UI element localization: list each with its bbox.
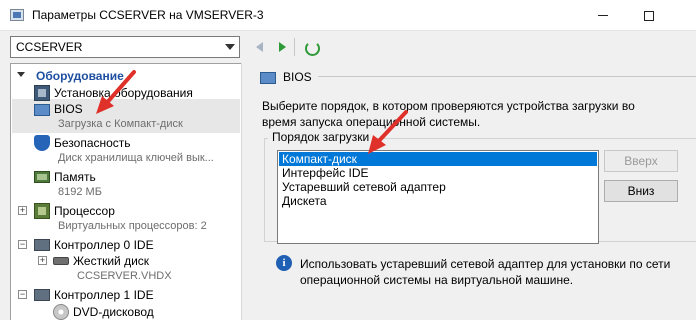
tree-item-bios-detail: Загрузка с Компакт-диск <box>11 117 239 133</box>
controller-icon <box>34 239 50 251</box>
tree-item-processor[interactable]: + Процессор <box>11 203 239 219</box>
tree-item-label: Процессор <box>54 204 115 218</box>
shield-icon <box>34 135 50 151</box>
dvd-icon <box>53 304 69 320</box>
memory-icon <box>34 171 50 183</box>
settings-tree: Оборудование Установка оборудования BIOS… <box>10 63 242 320</box>
maximize-icon <box>644 10 654 21</box>
tree-scrollbar[interactable] <box>241 63 242 320</box>
tree-item-memory-detail: 8192 МБ <box>11 185 239 201</box>
collapse-icon[interactable]: − <box>18 290 27 299</box>
expand-icon[interactable]: + <box>38 256 47 265</box>
header-divider <box>318 76 696 77</box>
minimize-button[interactable] <box>580 0 626 31</box>
tree-item-label: Жесткий диск <box>73 254 150 268</box>
tree-item-label: Безопасность <box>54 136 131 150</box>
tree-item-memory[interactable]: Память <box>11 169 239 185</box>
forward-button[interactable] <box>273 38 291 56</box>
boot-order-group-title: Порядок загрузки <box>268 130 374 144</box>
controller-icon <box>34 289 50 301</box>
boot-order-item[interactable]: Устаревший сетевой адаптер <box>279 180 597 194</box>
tree-section-hardware[interactable]: Оборудование <box>12 65 240 85</box>
tree-item-ide-controller-1[interactable]: − Контроллер 1 IDE <box>11 287 239 303</box>
vm-select-value: CCSERVER <box>16 40 83 54</box>
settings-window-icon <box>10 9 24 21</box>
tree-item-label: Память <box>54 170 96 184</box>
boot-order-item[interactable]: Дискета <box>279 194 597 208</box>
add-hardware-icon <box>34 85 50 101</box>
move-up-button[interactable]: Вверх <box>604 150 678 172</box>
tree-item-sublabel: Диск хранилища ключей вык... <box>58 152 214 164</box>
tree-item-label: Контроллер 1 IDE <box>54 288 154 302</box>
tree-item-hard-disk-detail: CCSERVER.VHDX <box>11 269 239 285</box>
info-icon: i <box>276 255 292 271</box>
bios-icon <box>260 72 276 84</box>
info-text: Использовать устаревший сетевой адаптер … <box>300 257 671 287</box>
boot-order-list[interactable]: Компакт-диск Интерфейс IDE Устаревший се… <box>277 150 599 244</box>
bios-description: Выберите порядок, в котором проверяются … <box>262 99 635 129</box>
tree-item-add-hardware[interactable]: Установка оборудования <box>11 85 239 101</box>
tree-item-label: Установка оборудования <box>54 86 193 100</box>
processor-icon <box>34 203 50 219</box>
move-down-button[interactable]: Вниз <box>604 180 678 202</box>
boot-order-item[interactable]: Компакт-диск <box>279 152 597 166</box>
bios-header-label: BIOS <box>283 70 312 84</box>
hard-disk-icon <box>53 257 69 265</box>
minimize-icon <box>598 15 608 16</box>
tree-item-label: Контроллер 0 IDE <box>54 238 154 252</box>
chevron-down-icon <box>225 44 235 50</box>
back-button[interactable] <box>252 38 270 56</box>
tree-item-security-detail: Диск хранилища ключей вык... <box>11 151 239 167</box>
collapse-icon[interactable]: − <box>18 240 27 249</box>
tree-item-security[interactable]: Безопасность <box>11 135 239 151</box>
collapse-icon <box>17 72 25 77</box>
tree-item-sublabel: Загрузка с Компакт-диск <box>58 118 183 130</box>
title-bar: Параметры CCSERVER на VMSERVER-3 <box>0 0 696 31</box>
tree-item-sublabel: CCSERVER.VHDX <box>77 270 172 282</box>
window-title: Параметры CCSERVER на VMSERVER-3 <box>32 8 264 22</box>
expand-icon[interactable]: + <box>18 206 27 215</box>
refresh-button[interactable] <box>302 38 320 56</box>
maximize-button[interactable] <box>626 0 672 31</box>
tree-item-sublabel: Виртуальных процессоров: 2 <box>58 220 207 232</box>
vm-select[interactable]: CCSERVER <box>10 36 240 58</box>
tree-item-processor-detail: Виртуальных процессоров: 2 <box>11 219 239 235</box>
tree-item-hard-disk[interactable]: + Жесткий диск <box>11 253 239 269</box>
boot-order-item[interactable]: Интерфейс IDE <box>279 166 597 180</box>
tree-item-label: DVD-дисковод <box>73 305 154 319</box>
tree-item-label: BIOS <box>54 102 83 116</box>
tree-item-dvd-drive[interactable]: DVD-дисковод <box>11 304 239 320</box>
bios-icon <box>34 104 50 116</box>
tree-section-label: Оборудование <box>36 69 124 83</box>
tree-item-ide-controller-0[interactable]: − Контроллер 0 IDE <box>11 237 239 253</box>
toolbar-divider <box>294 38 295 56</box>
tree-item-bios[interactable]: BIOS <box>11 101 239 117</box>
tree-item-sublabel: 8192 МБ <box>58 186 102 198</box>
